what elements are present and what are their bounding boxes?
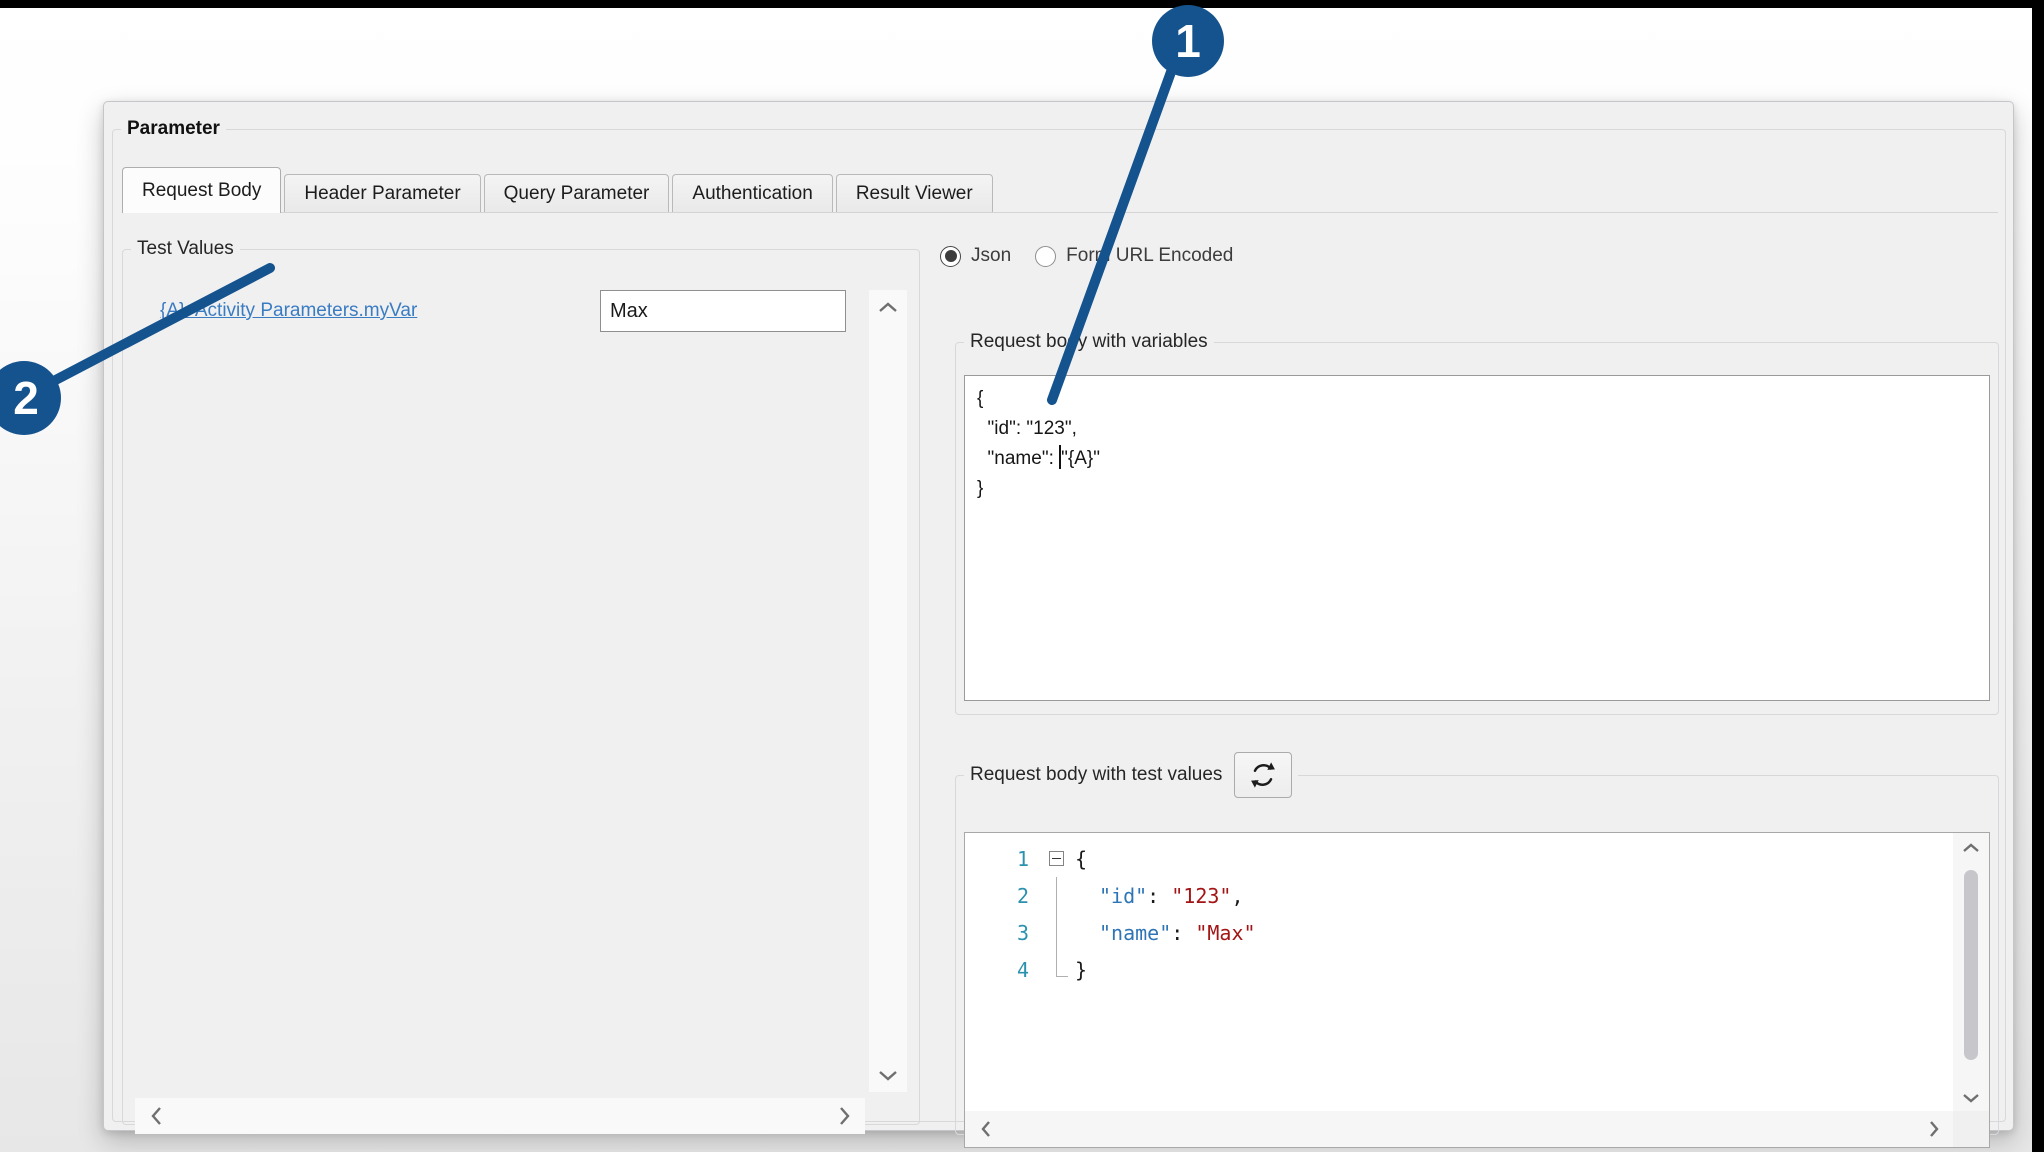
line-number: 2 <box>965 884 1039 908</box>
fold-column <box>1039 877 1075 914</box>
tab-query-parameter[interactable]: Query Parameter <box>484 174 670 212</box>
request-body-test-values-title: Request body with test values <box>970 764 1222 786</box>
refresh-button[interactable] <box>1234 752 1292 798</box>
code-text: } <box>1075 958 1087 982</box>
json-radio-label: Json <box>971 245 1011 267</box>
code-line-3: 3 "name": "Max" <box>965 914 1953 951</box>
callout-2-number: 2 <box>13 372 39 424</box>
fold-column <box>1039 951 1075 988</box>
tab-request-body[interactable]: Request Body <box>122 167 281 213</box>
code-text: { <box>1075 847 1087 871</box>
test-values-vertical-scrollbar[interactable] <box>869 290 907 1092</box>
tab-header-parameter[interactable]: Header Parameter <box>284 174 480 212</box>
token-punct: : <box>1147 884 1171 908</box>
fold-column <box>1039 914 1075 951</box>
token-string: "123" <box>1171 884 1231 908</box>
refresh-icon <box>1246 758 1280 792</box>
screenshot-canvas: Parameter Request BodyHeader ParameterQu… <box>0 0 2044 1152</box>
test-value-input[interactable] <box>600 290 846 332</box>
vars-line-3-prefix: "name": <box>977 448 1059 469</box>
test-values-horizontal-scrollbar[interactable] <box>135 1098 865 1134</box>
scroll-down-icon[interactable] <box>869 1064 907 1086</box>
form-url-encoded-radio-label: Form URL Encoded <box>1066 245 1233 267</box>
code-text: "name": "Max" <box>1075 921 1256 945</box>
code-line-2: 2 "id": "123", <box>965 877 1953 914</box>
code-vertical-scrollbar[interactable] <box>1953 833 1989 1113</box>
scroll-up-icon[interactable] <box>869 296 907 318</box>
scroll-left-icon[interactable] <box>139 1098 173 1134</box>
scroll-left-icon[interactable] <box>969 1111 1003 1147</box>
test-values-groupbox: Test Values {A}: Activity Parameters.myV… <box>122 238 920 1125</box>
fold-column <box>1039 840 1075 877</box>
tab-authentication[interactable]: Authentication <box>672 174 832 212</box>
callout-2-circle <box>0 361 61 435</box>
scroll-right-icon[interactable] <box>827 1098 861 1134</box>
request-body-test-values-groupbox: Request body with test values 1{2"id": "… <box>955 752 1999 1135</box>
request-body-test-values-viewer: 1{2"id": "123",3"name": "Max"4} <box>964 832 1990 1148</box>
callout-1-number: 1 <box>1175 15 1201 67</box>
token-punct: { <box>1075 847 1087 871</box>
parameter-groupbox: Parameter Request BodyHeader ParameterQu… <box>112 118 2006 1122</box>
scroll-down-icon[interactable] <box>1953 1088 1989 1108</box>
fold-guide-line <box>1056 914 1057 951</box>
form-url-encoded-radio[interactable] <box>1035 246 1056 267</box>
scroll-up-icon[interactable] <box>1953 838 1989 858</box>
parameter-groupbox-title: Parameter <box>121 118 226 140</box>
frame-right-bar <box>2032 0 2044 1152</box>
scrollbar-corner <box>1953 1111 1989 1147</box>
token-string: "Max" <box>1195 921 1255 945</box>
code-text: "id": "123", <box>1075 884 1244 908</box>
vars-line-3-value: "{A}" <box>1061 448 1100 469</box>
token-key: "id" <box>1099 884 1147 908</box>
parameter-dialog: Parameter Request BodyHeader ParameterQu… <box>103 101 2014 1131</box>
callout-1-circle <box>1152 5 1224 77</box>
tab-strip: Request BodyHeader ParameterQuery Parame… <box>122 166 1998 213</box>
activity-parameter-link[interactable]: {A}: Activity Parameters.myVar <box>160 300 417 322</box>
token-punct: , <box>1231 884 1243 908</box>
line-number: 1 <box>965 847 1039 871</box>
frame-top-bar <box>0 0 2044 8</box>
vars-line-2: "id": "123", <box>977 418 1077 439</box>
vars-line-1: { <box>977 388 983 409</box>
scrollbar-thumb[interactable] <box>1964 870 1978 1060</box>
token-punct: : <box>1171 921 1195 945</box>
scroll-right-icon[interactable] <box>1917 1111 1951 1147</box>
json-radio[interactable] <box>940 246 961 267</box>
line-number: 4 <box>965 958 1039 982</box>
code-horizontal-scrollbar[interactable] <box>965 1111 1955 1147</box>
token-key: "name" <box>1099 921 1171 945</box>
token-punct: } <box>1075 958 1087 982</box>
tab-result-viewer[interactable]: Result Viewer <box>836 174 993 212</box>
code-lines: 1{2"id": "123",3"name": "Max"4} <box>965 840 1953 988</box>
vars-line-4: } <box>977 478 983 499</box>
fold-guide-end <box>1056 951 1068 977</box>
code-line-4: 4} <box>965 951 1953 988</box>
line-number: 3 <box>965 921 1039 945</box>
request-body-variables-textarea[interactable]: { "id": "123", "name": "{A}" } <box>964 375 1990 701</box>
fold-guide-line <box>1056 877 1057 914</box>
test-values-title: Test Values <box>131 238 240 260</box>
fold-collapse-icon[interactable] <box>1049 851 1064 866</box>
body-format-options: Json Form URL Encoded <box>940 241 1247 271</box>
request-body-variables-title: Request body with variables <box>964 331 1214 353</box>
request-body-variables-groupbox: Request body with variables { "id": "123… <box>955 331 1999 715</box>
code-line-1: 1{ <box>965 840 1953 877</box>
